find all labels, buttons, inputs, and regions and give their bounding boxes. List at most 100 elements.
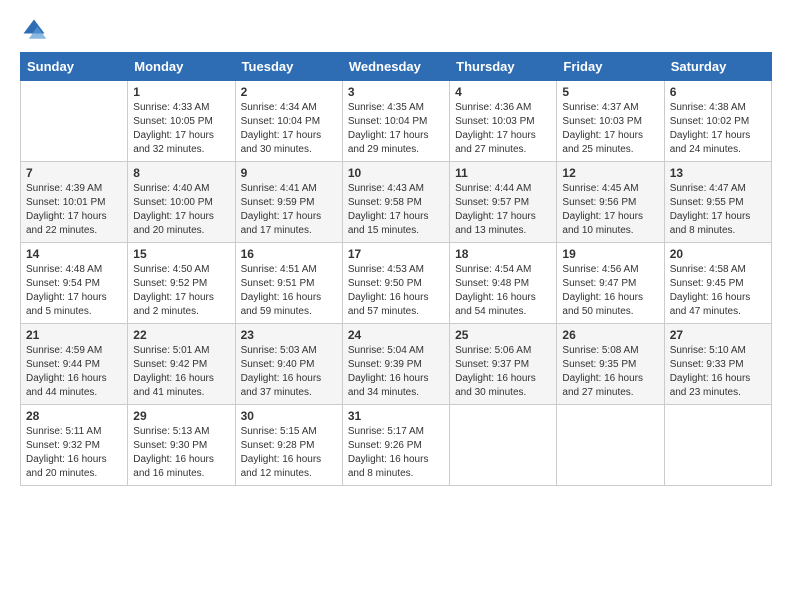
day-info: Sunrise: 4:56 AM Sunset: 9:47 PM Dayligh…	[562, 263, 658, 319]
calendar-cell: 29 Sunrise: 5:13 AM Sunset: 9:30 PM Dayli…	[128, 405, 235, 486]
calendar-cell: 26Sunrise: 5:08 AM Sunset: 9:35 PM Dayli…	[557, 324, 664, 405]
day-info: Sunrise: 5:08 AM Sunset: 9:35 PM Dayligh…	[562, 344, 658, 400]
calendar-week-row: 28Sunrise: 5:11 AM Sunset: 9:32 PM Dayli…	[21, 405, 772, 486]
day-number: 21	[26, 328, 122, 342]
day-info: Sunrise: 5:13 AM Sunset: 9:30 PM Dayligh…	[133, 425, 229, 481]
header-sunday: Sunday	[21, 53, 128, 81]
calendar-cell: 19 Sunrise: 4:56 AM Sunset: 9:47 PM Dayli…	[557, 243, 664, 324]
calendar-week-row: 1 Sunrise: 4:33 AM Sunset: 10:05 PM Dayli…	[21, 81, 772, 162]
calendar-cell: 15 Sunrise: 4:50 AM Sunset: 9:52 PM Dayli…	[128, 243, 235, 324]
day-number: 31	[348, 409, 444, 423]
day-info: Sunrise: 4:58 AM Sunset: 9:45 PM Dayligh…	[670, 263, 766, 319]
day-info: Sunrise: 5:15 AM Sunset: 9:28 PM Dayligh…	[241, 425, 337, 481]
day-number: 10	[348, 166, 444, 180]
day-number: 17	[348, 247, 444, 261]
calendar-cell: 31 Sunrise: 5:17 AM Sunset: 9:26 PM Dayli…	[342, 405, 449, 486]
day-info: Sunrise: 4:40 AM Sunset: 10:00 PM Daylig…	[133, 182, 229, 238]
day-info: Sunrise: 4:33 AM Sunset: 10:05 PM Daylig…	[133, 101, 229, 157]
day-number: 13	[670, 166, 766, 180]
calendar-cell: 6 Sunrise: 4:38 AM Sunset: 10:02 PM Dayli…	[664, 81, 771, 162]
day-info: Sunrise: 4:54 AM Sunset: 9:48 PM Dayligh…	[455, 263, 551, 319]
day-info: Sunrise: 5:10 AM Sunset: 9:33 PM Dayligh…	[670, 344, 766, 400]
calendar-cell: 1 Sunrise: 4:33 AM Sunset: 10:05 PM Dayli…	[128, 81, 235, 162]
calendar-cell: 5 Sunrise: 4:37 AM Sunset: 10:03 PM Dayli…	[557, 81, 664, 162]
day-number: 20	[670, 247, 766, 261]
day-number: 1	[133, 85, 229, 99]
day-info: Sunrise: 4:36 AM Sunset: 10:03 PM Daylig…	[455, 101, 551, 157]
day-info: Sunrise: 4:41 AM Sunset: 9:59 PM Dayligh…	[241, 182, 337, 238]
day-number: 2	[241, 85, 337, 99]
day-info: Sunrise: 4:45 AM Sunset: 9:56 PM Dayligh…	[562, 182, 658, 238]
header-tuesday: Tuesday	[235, 53, 342, 81]
day-number: 25	[455, 328, 551, 342]
calendar-cell	[21, 81, 128, 162]
day-number: 22	[133, 328, 229, 342]
day-number: 15	[133, 247, 229, 261]
day-info: Sunrise: 4:53 AM Sunset: 9:50 PM Dayligh…	[348, 263, 444, 319]
calendar-cell: 14 Sunrise: 4:48 AM Sunset: 9:54 PM Dayli…	[21, 243, 128, 324]
calendar-cell: 27Sunrise: 5:10 AM Sunset: 9:33 PM Dayli…	[664, 324, 771, 405]
calendar-cell	[557, 405, 664, 486]
calendar-cell: 13 Sunrise: 4:47 AM Sunset: 9:55 PM Dayli…	[664, 162, 771, 243]
calendar-cell: 3 Sunrise: 4:35 AM Sunset: 10:04 PM Dayli…	[342, 81, 449, 162]
day-number: 24	[348, 328, 444, 342]
day-number: 23	[241, 328, 337, 342]
day-info: Sunrise: 4:38 AM Sunset: 10:02 PM Daylig…	[670, 101, 766, 157]
calendar-cell: 12Sunrise: 4:45 AM Sunset: 9:56 PM Dayli…	[557, 162, 664, 243]
day-info: Sunrise: 4:35 AM Sunset: 10:04 PM Daylig…	[348, 101, 444, 157]
day-info: Sunrise: 5:17 AM Sunset: 9:26 PM Dayligh…	[348, 425, 444, 481]
day-info: Sunrise: 4:37 AM Sunset: 10:03 PM Daylig…	[562, 101, 658, 157]
day-info: Sunrise: 4:43 AM Sunset: 9:58 PM Dayligh…	[348, 182, 444, 238]
day-info: Sunrise: 4:51 AM Sunset: 9:51 PM Dayligh…	[241, 263, 337, 319]
day-number: 4	[455, 85, 551, 99]
calendar-cell: 8 Sunrise: 4:40 AM Sunset: 10:00 PM Dayli…	[128, 162, 235, 243]
day-number: 29	[133, 409, 229, 423]
day-number: 7	[26, 166, 122, 180]
header-friday: Friday	[557, 53, 664, 81]
day-number: 9	[241, 166, 337, 180]
calendar-table: SundayMondayTuesdayWednesdayThursdayFrid…	[20, 52, 772, 486]
day-number: 3	[348, 85, 444, 99]
calendar-cell: 11Sunrise: 4:44 AM Sunset: 9:57 PM Dayli…	[450, 162, 557, 243]
calendar-cell: 16Sunrise: 4:51 AM Sunset: 9:51 PM Dayli…	[235, 243, 342, 324]
day-info: Sunrise: 4:39 AM Sunset: 10:01 PM Daylig…	[26, 182, 122, 238]
calendar-cell: 20 Sunrise: 4:58 AM Sunset: 9:45 PM Dayli…	[664, 243, 771, 324]
day-number: 5	[562, 85, 658, 99]
day-info: Sunrise: 4:50 AM Sunset: 9:52 PM Dayligh…	[133, 263, 229, 319]
logo	[20, 16, 52, 44]
day-info: Sunrise: 5:03 AM Sunset: 9:40 PM Dayligh…	[241, 344, 337, 400]
day-info: Sunrise: 4:59 AM Sunset: 9:44 PM Dayligh…	[26, 344, 122, 400]
day-number: 30	[241, 409, 337, 423]
day-number: 28	[26, 409, 122, 423]
calendar-cell: 24 Sunrise: 5:04 AM Sunset: 9:39 PM Dayli…	[342, 324, 449, 405]
day-info: Sunrise: 5:04 AM Sunset: 9:39 PM Dayligh…	[348, 344, 444, 400]
page-header	[20, 16, 772, 44]
day-number: 18	[455, 247, 551, 261]
day-info: Sunrise: 4:48 AM Sunset: 9:54 PM Dayligh…	[26, 263, 122, 319]
calendar-cell: 9 Sunrise: 4:41 AM Sunset: 9:59 PM Daylig…	[235, 162, 342, 243]
calendar-header-row: SundayMondayTuesdayWednesdayThursdayFrid…	[21, 53, 772, 81]
calendar-cell	[664, 405, 771, 486]
day-number: 14	[26, 247, 122, 261]
header-saturday: Saturday	[664, 53, 771, 81]
calendar-week-row: 21 Sunrise: 4:59 AM Sunset: 9:44 PM Dayli…	[21, 324, 772, 405]
calendar-cell: 22 Sunrise: 5:01 AM Sunset: 9:42 PM Dayli…	[128, 324, 235, 405]
logo-icon	[20, 16, 48, 44]
header-monday: Monday	[128, 53, 235, 81]
day-number: 6	[670, 85, 766, 99]
day-info: Sunrise: 5:06 AM Sunset: 9:37 PM Dayligh…	[455, 344, 551, 400]
calendar-cell: 25 Sunrise: 5:06 AM Sunset: 9:37 PM Dayli…	[450, 324, 557, 405]
day-number: 19	[562, 247, 658, 261]
calendar-cell: 2 Sunrise: 4:34 AM Sunset: 10:04 PM Dayli…	[235, 81, 342, 162]
calendar-cell: 17 Sunrise: 4:53 AM Sunset: 9:50 PM Dayli…	[342, 243, 449, 324]
day-info: Sunrise: 4:34 AM Sunset: 10:04 PM Daylig…	[241, 101, 337, 157]
day-number: 8	[133, 166, 229, 180]
day-info: Sunrise: 4:47 AM Sunset: 9:55 PM Dayligh…	[670, 182, 766, 238]
calendar-cell: 21 Sunrise: 4:59 AM Sunset: 9:44 PM Dayli…	[21, 324, 128, 405]
calendar-cell: 23 Sunrise: 5:03 AM Sunset: 9:40 PM Dayli…	[235, 324, 342, 405]
day-info: Sunrise: 5:01 AM Sunset: 9:42 PM Dayligh…	[133, 344, 229, 400]
calendar-cell: 4 Sunrise: 4:36 AM Sunset: 10:03 PM Dayli…	[450, 81, 557, 162]
calendar-cell: 7 Sunrise: 4:39 AM Sunset: 10:01 PM Dayli…	[21, 162, 128, 243]
calendar-cell: 10 Sunrise: 4:43 AM Sunset: 9:58 PM Dayli…	[342, 162, 449, 243]
day-info: Sunrise: 4:44 AM Sunset: 9:57 PM Dayligh…	[455, 182, 551, 238]
